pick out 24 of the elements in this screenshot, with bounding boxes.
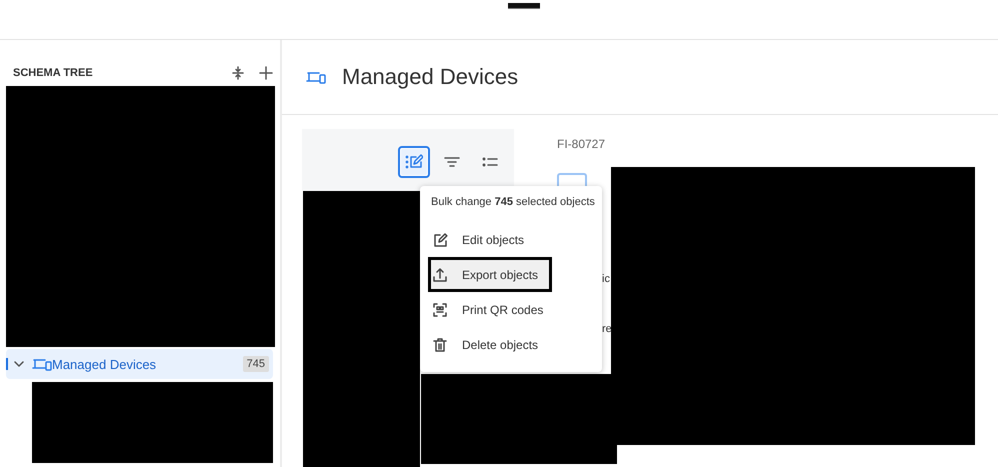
bulk-edit-button[interactable] (398, 146, 430, 178)
menu-item[interactable]: Print QR codes (420, 292, 602, 327)
collapse-all-button[interactable] (231, 66, 245, 80)
menu-item[interactable]: Edit objects (420, 222, 602, 257)
drag-handle[interactable] (508, 2, 540, 9)
qr-code-icon (432, 302, 448, 318)
field-text: re (602, 323, 612, 335)
devices-icon (32, 357, 52, 371)
trash-icon (432, 336, 448, 352)
field-text: ic (602, 273, 610, 285)
edit-icon (432, 232, 448, 248)
page-title: Managed Devices (342, 64, 518, 90)
menu-item[interactable]: Delete objects (420, 327, 602, 362)
record-id: FI-80727 (557, 137, 606, 151)
upload-icon (432, 266, 448, 282)
menu-item[interactable]: Export objects (428, 257, 552, 292)
menu-header: Bulk change 745 selected objects (430, 196, 596, 210)
panel-title: SCHEMA TREE (13, 67, 94, 79)
tree-label: Managed Devices (52, 356, 158, 372)
count-badge: 745 (242, 356, 269, 372)
tree-item[interactable]: Managed Devices 745 (6, 349, 273, 379)
devices-icon (306, 70, 328, 84)
bulk-edit-icon (405, 153, 423, 171)
add-button[interactable] (259, 66, 273, 80)
